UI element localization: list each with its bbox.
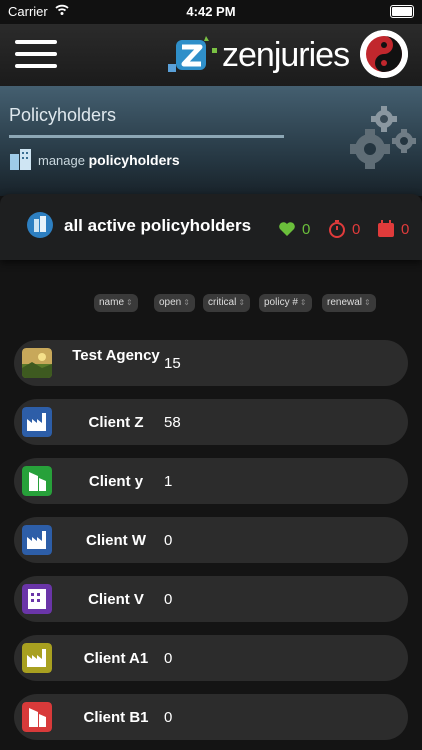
- brand-name: zenjuries: [222, 36, 350, 74]
- row-count: 0: [164, 709, 173, 726]
- buildings-icon: [10, 149, 31, 170]
- sort-critical-label: critical: [208, 297, 237, 308]
- sort-open-label: open: [159, 297, 182, 308]
- page-subtitle: manage policyholders: [38, 152, 180, 168]
- sort-arrows-icon: ⇕: [183, 298, 190, 307]
- list-item[interactable]: Client y 1: [14, 458, 408, 504]
- building-icon: [22, 584, 52, 614]
- row-count: 58: [164, 414, 181, 431]
- row-count: 15: [164, 355, 181, 372]
- sort-critical-button[interactable]: critical ⇕: [203, 294, 251, 312]
- sort-policy-button[interactable]: policy # ⇕: [259, 294, 312, 312]
- building-icon: [22, 702, 52, 732]
- sort-arrows-icon: ⇕: [299, 298, 307, 307]
- sort-name-button[interactable]: name ⇕: [94, 294, 138, 312]
- factory-icon: [22, 407, 52, 437]
- row-count: 0: [164, 591, 173, 608]
- renewal-count: 0: [401, 221, 410, 238]
- row-name: Client A1: [83, 650, 149, 667]
- stopwatch-icon: [329, 220, 345, 238]
- heart-icon: [279, 222, 295, 236]
- row-name: Client V: [88, 591, 144, 608]
- page-title: Policyholders: [9, 105, 117, 125]
- summary-bar: all active policyholders 0 0 0: [0, 194, 422, 260]
- sort-open-button[interactable]: open ⇕: [154, 294, 195, 312]
- clock: 4:42 PM: [186, 4, 236, 19]
- calendar-icon: [378, 220, 394, 237]
- list-item[interactable]: Client V 0: [14, 576, 408, 622]
- factory-icon: [22, 643, 52, 673]
- row-count: 0: [164, 532, 173, 549]
- sort-policy-label: policy #: [264, 297, 298, 308]
- sort-arrows-icon: ⇕: [364, 298, 371, 307]
- list-item[interactable]: Client A1 0: [14, 635, 408, 681]
- row-name: Client W: [86, 532, 146, 549]
- sort-arrows-icon: ⇕: [238, 298, 246, 307]
- row-name: Client B1: [83, 709, 149, 726]
- page-banner: Policyholders manage policyholders: [0, 86, 422, 196]
- gears-icon: [350, 106, 416, 169]
- row-name: Test Agency: [72, 347, 160, 364]
- critical-count: 0: [352, 221, 361, 238]
- list-item[interactable]: Client B1 0: [14, 694, 408, 740]
- sort-name-label: name: [99, 297, 125, 308]
- row-name: Client Z: [88, 414, 144, 431]
- sort-renewal-button[interactable]: renewal ⇕: [322, 294, 376, 312]
- status-bar: Carrier 4:42 PM: [0, 0, 422, 24]
- app-header: zenjuries: [0, 24, 422, 86]
- hamburger-menu-icon[interactable]: [15, 40, 57, 68]
- subtitle-prefix: manage: [38, 153, 85, 168]
- sort-arrows-icon: ⇕: [126, 298, 133, 307]
- row-count: 0: [164, 650, 173, 667]
- list-item[interactable]: Test Agency 15: [14, 340, 408, 386]
- zenjuries-logo-icon: [168, 36, 217, 72]
- title-underline: [9, 135, 284, 138]
- summary-label: all active policyholders: [64, 216, 252, 235]
- sort-renewal-label: renewal: [327, 297, 363, 308]
- sort-controls: name ⇕ open ⇕ critical ⇕ policy # ⇕ renewal ⇕: [0, 294, 422, 314]
- subtitle-bold: policyholders: [88, 152, 180, 168]
- healthy-count: 0: [302, 221, 311, 238]
- globe-building-icon: [27, 212, 53, 238]
- row-name: Client y: [88, 473, 144, 490]
- list-item[interactable]: Client W 0: [14, 517, 408, 563]
- row-count: 1: [164, 473, 173, 490]
- building-icon: [22, 466, 52, 496]
- agency-photo-icon: [22, 348, 52, 378]
- yin-yang-icon[interactable]: [360, 30, 408, 78]
- battery-icon: [390, 5, 414, 18]
- list-item[interactable]: Client Z 58: [14, 399, 408, 445]
- factory-icon: [22, 525, 52, 555]
